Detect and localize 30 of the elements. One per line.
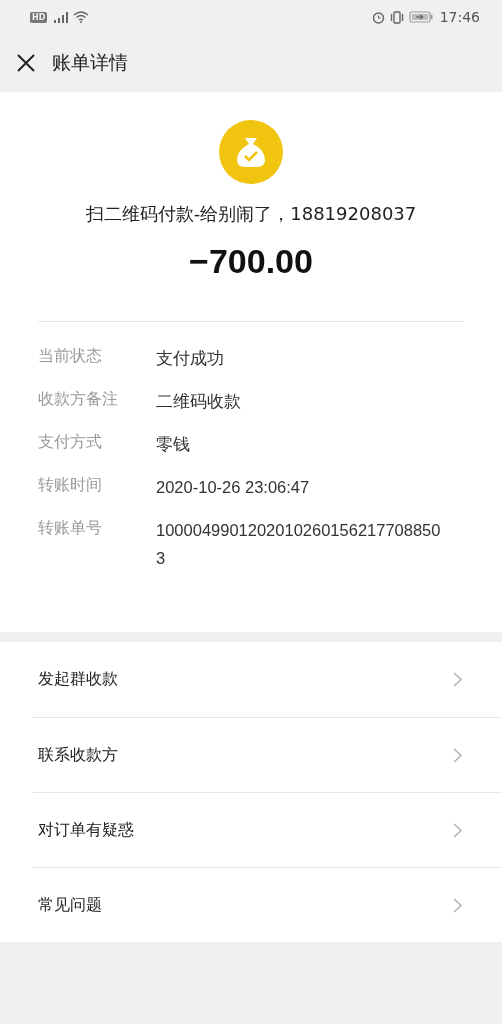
menu-item[interactable]: 对订单有疑惑 (32, 792, 502, 867)
detail-value: 支付成功 (156, 348, 225, 369)
battery-icon (408, 11, 433, 23)
chevron-icon (453, 672, 462, 687)
detail-value: 零钱 (156, 434, 191, 455)
detail-value: 2020-10-26 23:06:47 (156, 477, 311, 498)
money-bag-icon (219, 120, 283, 184)
detail-label: 收款方备注 (38, 388, 119, 410)
detail-value: 10000499012020102601562177088503 (156, 520, 442, 569)
close-icon[interactable] (16, 53, 36, 73)
clock-time: 17:46 (439, 9, 480, 25)
vibrate-icon (389, 10, 404, 24)
detail-label: 转账单号 (38, 517, 103, 539)
payee-name: 扫二维码付款-给别闹了，18819208037 (85, 202, 417, 226)
payment-amount: −700.00 (189, 242, 313, 281)
detail-label: 支付方式 (38, 431, 103, 453)
wifi-icon (73, 11, 90, 23)
menu-item[interactable]: 联系收款方 (32, 717, 502, 792)
page-title: 账单详情 (52, 50, 128, 75)
chevron-icon (453, 822, 462, 838)
signal-icon (52, 11, 69, 23)
detail-label: 转账时间 (38, 474, 103, 496)
detail-label: 当前状态 (38, 345, 103, 367)
menu-item[interactable]: 发起群收款 (32, 642, 502, 717)
menu-item[interactable]: 常见问题 (32, 867, 502, 942)
chevron-icon (453, 897, 462, 913)
hd-badge: HD (30, 11, 48, 23)
alarm-icon (371, 10, 385, 24)
chevron-icon (453, 747, 462, 763)
detail-value: 二维码收款 (156, 391, 242, 412)
